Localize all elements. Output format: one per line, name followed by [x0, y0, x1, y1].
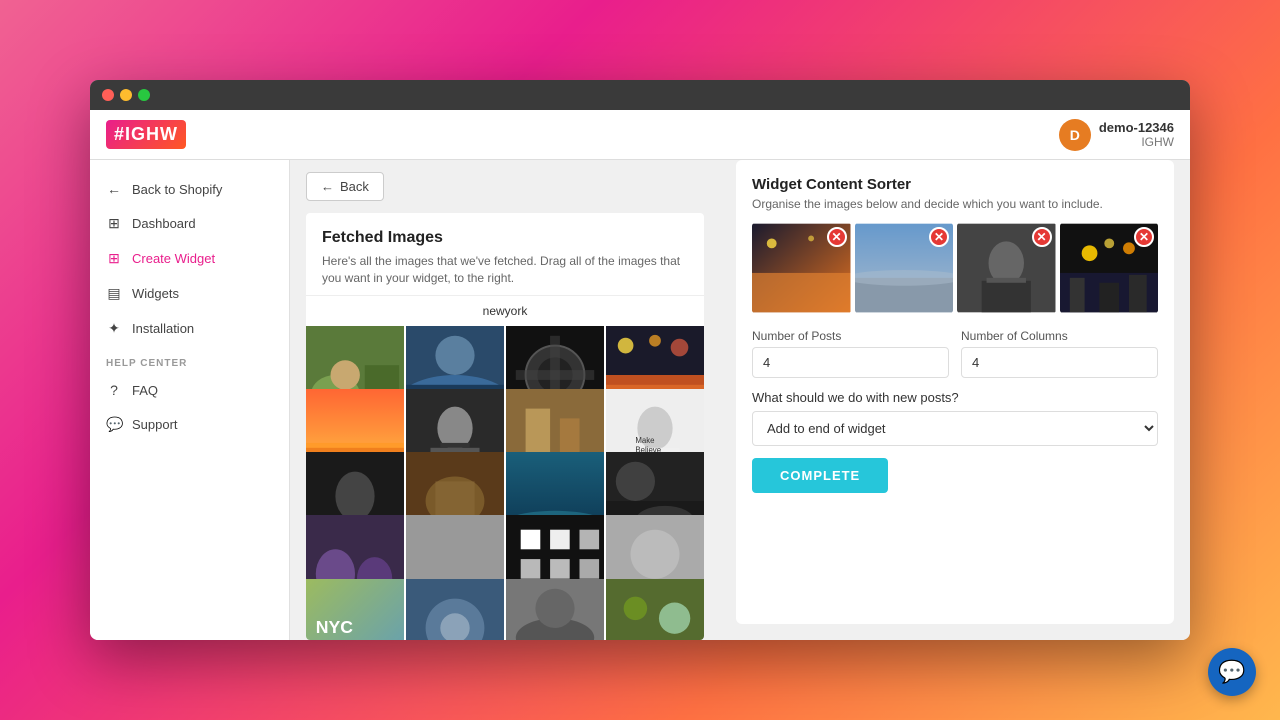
- num-cols-label: Number of Columns: [961, 329, 1158, 343]
- grid-cell[interactable]: [406, 579, 504, 640]
- sidebar-item-label: Installation: [132, 321, 194, 336]
- sidebar-item-label: Widgets: [132, 286, 179, 301]
- widget-sorter-desc: Organise the images below and decide whi…: [752, 197, 1158, 211]
- app-window: #IGHW D demo-12346 IGHW ← Back to Shopif…: [90, 80, 1190, 640]
- new-posts-select[interactable]: Add to end of widget Add to beginning of…: [752, 411, 1158, 446]
- sidebar-item-widgets[interactable]: ▤ Widgets: [90, 276, 289, 311]
- widgets-icon: ▤: [106, 285, 122, 302]
- dashboard-icon: ⊞: [106, 215, 122, 232]
- close-button[interactable]: [102, 89, 114, 101]
- avatar: D: [1059, 119, 1091, 151]
- support-icon: 💬: [106, 416, 122, 433]
- selected-image-4: ✕: [1060, 223, 1159, 313]
- main-layout: ← Back to Shopify ⊞ Dashboard ⊞ Create W…: [90, 160, 1190, 640]
- num-cols-group: Number of Columns: [961, 329, 1158, 378]
- widget-sorter-card: Widget Content Sorter Organise the image…: [736, 160, 1174, 624]
- sidebar: ← Back to Shopify ⊞ Dashboard ⊞ Create W…: [90, 160, 290, 640]
- remove-image-3-button[interactable]: ✕: [1032, 227, 1052, 247]
- right-panel: Widget Content Sorter Organise the image…: [720, 160, 1190, 640]
- content-area: ← Back Fetched Images Here's all the ima…: [290, 160, 1190, 640]
- faq-icon: ?: [106, 382, 122, 398]
- svg-text:Make: Make: [635, 436, 654, 445]
- chat-bubble-button[interactable]: 💬: [1208, 648, 1256, 696]
- installation-icon: ✦: [106, 320, 122, 337]
- selected-images: ✕ ✕: [752, 223, 1158, 313]
- fetched-title: Fetched Images: [322, 229, 688, 247]
- logo: #IGHW: [106, 120, 186, 149]
- widget-sorter-title: Widget Content Sorter: [752, 176, 1158, 193]
- app-header: #IGHW D demo-12346 IGHW: [90, 110, 1190, 160]
- fetched-header: Fetched Images Here's all the images tha…: [306, 213, 704, 295]
- sidebar-item-dashboard[interactable]: ⊞ Dashboard: [90, 206, 289, 241]
- sidebar-item-support[interactable]: 💬 Support: [90, 407, 289, 442]
- user-sub: IGHW: [1099, 135, 1174, 149]
- complete-button[interactable]: COMPLETE: [752, 458, 888, 493]
- num-posts-input[interactable]: [752, 347, 949, 378]
- tag-label: newyork: [483, 304, 528, 318]
- sidebar-item-label: FAQ: [132, 383, 158, 398]
- num-posts-group: Number of Posts: [752, 329, 949, 378]
- selected-image-3: ✕: [957, 223, 1056, 313]
- user-name: demo-12346: [1099, 120, 1174, 135]
- minimize-button[interactable]: [120, 89, 132, 101]
- num-cols-input[interactable]: [961, 347, 1158, 378]
- grid-cell[interactable]: [606, 579, 704, 640]
- sidebar-item-label: Support: [132, 417, 178, 432]
- sidebar-item-installation[interactable]: ✦ Installation: [90, 311, 289, 346]
- selected-image-1: ✕: [752, 223, 851, 313]
- sidebar-item-label: Create Widget: [132, 251, 215, 266]
- sidebar-item-label: Back to Shopify: [132, 182, 222, 197]
- grid-cell[interactable]: [506, 579, 604, 640]
- back-button[interactable]: ← Back: [306, 172, 384, 201]
- chat-icon: 💬: [1218, 659, 1245, 685]
- logo-box: #IGHW: [106, 120, 186, 149]
- remove-image-2-button[interactable]: ✕: [929, 227, 949, 247]
- fetched-images-card: Fetched Images Here's all the images tha…: [306, 213, 704, 640]
- user-area: D demo-12346 IGHW: [1059, 119, 1174, 151]
- selected-image-2: ✕: [855, 223, 954, 313]
- left-panel: ← Back Fetched Images Here's all the ima…: [290, 160, 720, 640]
- help-section-title: HELP CENTER: [90, 346, 289, 373]
- sidebar-item-faq[interactable]: ? FAQ: [90, 373, 289, 407]
- fetched-desc: Here's all the images that we've fetched…: [322, 253, 688, 287]
- image-grid: Make Believe: [306, 326, 704, 640]
- new-posts-label: What should we do with new posts?: [752, 390, 1158, 405]
- remove-image-4-button[interactable]: ✕: [1134, 227, 1154, 247]
- user-info: demo-12346 IGHW: [1099, 120, 1174, 149]
- traffic-lights: [102, 89, 150, 101]
- maximize-button[interactable]: [138, 89, 150, 101]
- logo-text: IGHW: [125, 124, 178, 144]
- back-label: Back: [340, 179, 369, 194]
- fields-row: Number of Posts Number of Columns: [752, 329, 1158, 378]
- back-arrow-icon: ←: [321, 179, 334, 194]
- titlebar: [90, 80, 1190, 110]
- remove-image-1-button[interactable]: ✕: [827, 227, 847, 247]
- sidebar-item-back-shopify[interactable]: ← Back to Shopify: [90, 172, 289, 206]
- back-btn-area: ← Back: [290, 160, 720, 213]
- num-posts-label: Number of Posts: [752, 329, 949, 343]
- sidebar-item-create-widget[interactable]: ⊞ Create Widget: [90, 241, 289, 276]
- svg-text:NYC: NYC: [316, 617, 353, 637]
- create-widget-icon: ⊞: [106, 250, 122, 267]
- grid-cell[interactable]: NYC: [306, 579, 404, 640]
- tag-bar: newyork: [306, 295, 704, 326]
- arrow-left-icon: ←: [106, 181, 122, 197]
- sidebar-item-label: Dashboard: [132, 216, 196, 231]
- logo-hash: #: [114, 124, 125, 144]
